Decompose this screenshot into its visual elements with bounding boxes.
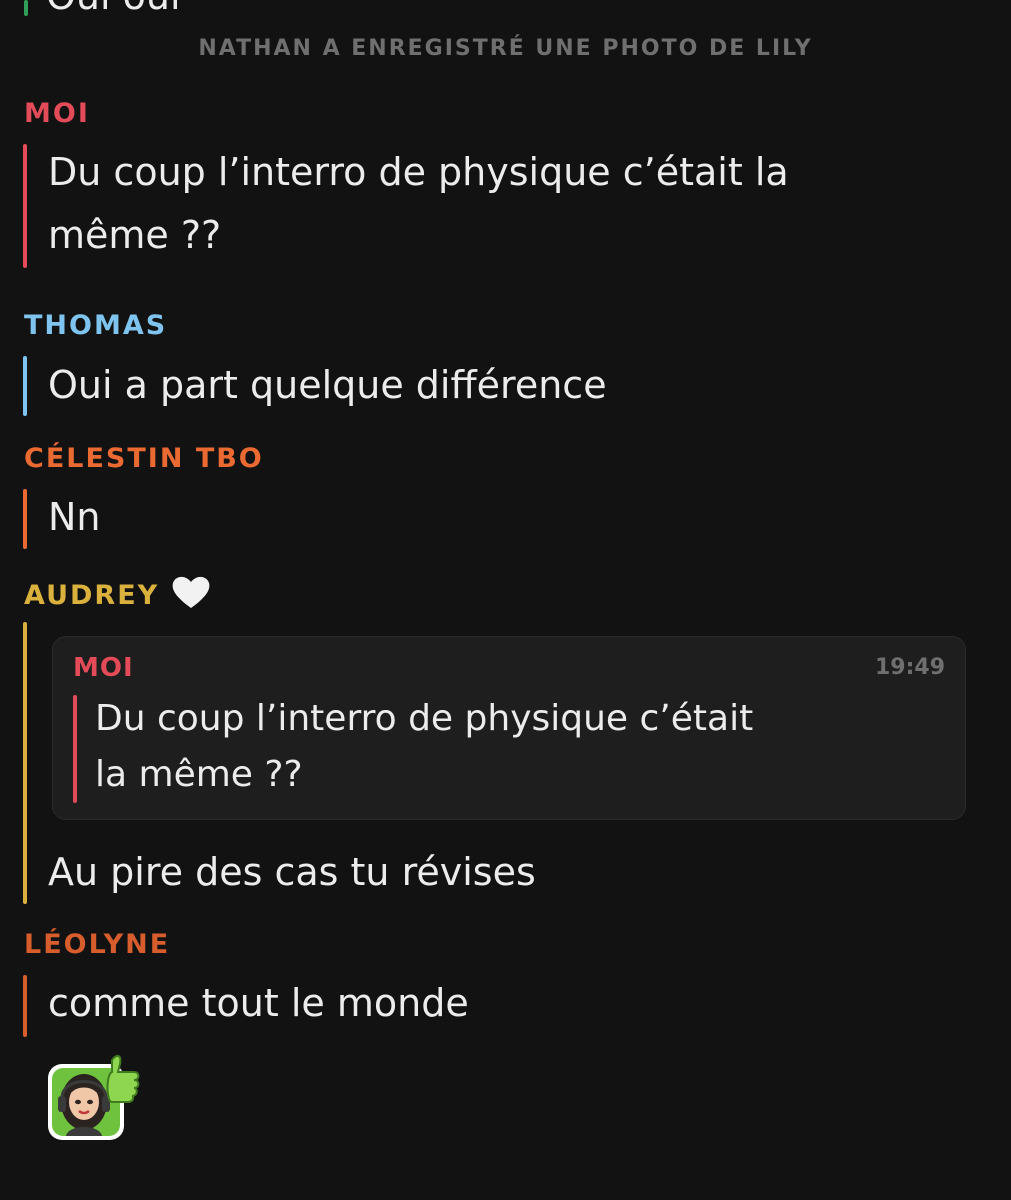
sender-name-audrey: AUDREY — [24, 574, 211, 617]
message-accent-bar — [23, 144, 27, 268]
sender-name-celestin: CÉLESTIN TBO — [24, 443, 264, 474]
message-line: comme tout le monde — [48, 981, 469, 1025]
message-text[interactable]: Oui a part quelque différence — [48, 354, 607, 417]
quoted-text: Du coup l’interro de physique c’était la… — [95, 691, 753, 803]
message-line: Nn — [48, 495, 101, 539]
message-text[interactable]: Au pire des cas tu révises — [48, 841, 536, 904]
message-accent-bar — [23, 356, 27, 416]
system-notification: NATHAN A ENREGISTRÉ UNE PHOTO DE LILY — [198, 36, 813, 61]
message-line: même ?? — [48, 213, 222, 257]
quoted-reply-card[interactable]: MOI 19:49 Du coup l’interro de physique … — [52, 636, 966, 820]
sender-name-moi: MOI — [24, 98, 90, 129]
message-line: Au pire des cas tu révises — [48, 850, 536, 894]
truncated-message-bar — [24, 0, 28, 16]
quoted-accent-bar — [73, 695, 77, 803]
bitmoji-thumbs-up-sticker-icon[interactable] — [46, 1050, 142, 1142]
message-text[interactable]: comme tout le monde — [48, 972, 469, 1035]
quoted-sender-name: MOI — [73, 653, 134, 683]
message-accent-bar — [23, 975, 27, 1037]
message-text[interactable]: Du coup l’interro de physique c’était la… — [48, 141, 789, 267]
message-text[interactable]: Nn — [48, 486, 101, 549]
message-accent-bar — [23, 622, 27, 904]
message-line: Du coup l’interro de physique c’était la — [48, 150, 789, 194]
truncated-message-text: Oui oui — [46, 0, 181, 18]
sender-name-leolyne: LÉOLYNE — [24, 929, 171, 960]
message-line: Oui a part quelque différence — [48, 363, 607, 407]
sender-name-label: AUDREY — [24, 580, 160, 611]
white-heart-icon — [171, 574, 211, 617]
message-accent-bar — [23, 489, 27, 549]
quoted-timestamp: 19:49 — [874, 655, 945, 680]
quoted-line: la même ?? — [95, 754, 303, 795]
quoted-line: Du coup l’interro de physique c’était — [95, 698, 754, 739]
sender-name-thomas: THOMAS — [24, 310, 168, 341]
